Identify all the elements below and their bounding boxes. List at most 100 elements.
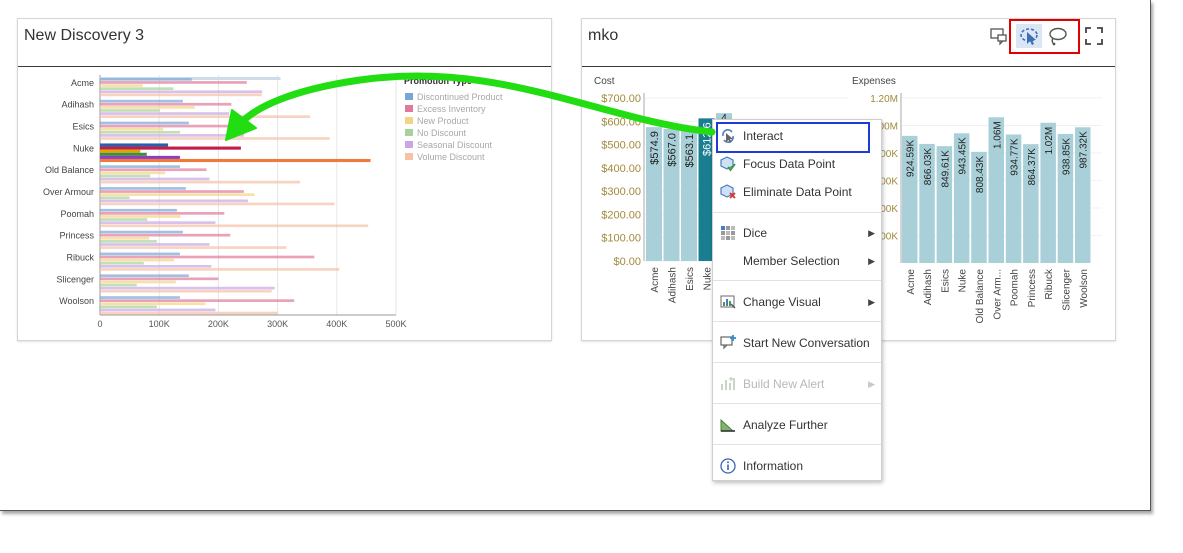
bar <box>100 81 247 84</box>
lasso-select-button[interactable] <box>1046 24 1070 48</box>
bar <box>100 109 160 112</box>
interact-mode-button[interactable] <box>1016 24 1042 48</box>
data-label: 938.85K <box>1061 138 1072 176</box>
menu-item-information[interactable]: Information <box>713 453 881 479</box>
bar <box>100 299 295 302</box>
bar <box>100 158 371 163</box>
submenu-arrow-icon: ▶ <box>868 227 875 238</box>
bar <box>100 264 212 268</box>
category-label: Adihash <box>668 267 679 303</box>
bar <box>100 78 192 81</box>
menu-separator <box>713 444 881 445</box>
y-tick-label: $500.00 <box>601 140 641 152</box>
menu-item-label: Start New Conversation <box>743 336 870 350</box>
bar <box>100 130 180 134</box>
category-label: Esics <box>72 122 94 132</box>
start-conversation-icon <box>718 333 738 353</box>
legend-swatch <box>405 129 413 136</box>
bar <box>100 190 244 193</box>
bar <box>100 252 180 256</box>
legend-label: Seasonal Discount <box>417 140 493 150</box>
legend-label: Volume Discount <box>417 152 485 162</box>
bar <box>100 236 150 240</box>
legend-label: Excess Inventory <box>417 104 486 114</box>
category-label: Princess <box>1027 269 1038 307</box>
comment-icon <box>990 28 1007 46</box>
menu-item-dice[interactable]: Dice ▶ <box>713 220 881 246</box>
category-label: Poomah <box>1010 269 1021 306</box>
menu-item-label: Focus Data Point <box>743 157 836 171</box>
bar <box>100 84 143 87</box>
menu-item-label: Change Visual <box>743 295 821 309</box>
bar <box>100 202 335 206</box>
bar <box>100 149 141 153</box>
bar <box>100 152 147 156</box>
bar <box>100 243 210 246</box>
data-label: 808.43K <box>975 156 986 194</box>
legend-label: Discontinued Product <box>417 92 503 102</box>
legend-label: No Discount <box>417 128 467 138</box>
bar <box>100 274 189 278</box>
data-label: 934.77K <box>1010 138 1021 176</box>
lasso-select-icon <box>1049 27 1067 46</box>
x-tick-label: 100K <box>149 319 170 329</box>
maximize-button[interactable] <box>1082 24 1106 48</box>
screenshot-stage: New Discovery 3 0 100K 200K 300K 400K 500K Acm… <box>0 0 1183 553</box>
legend-swatch <box>405 93 413 100</box>
bar <box>100 196 130 200</box>
legend-swatch <box>405 105 413 112</box>
bar <box>100 177 210 181</box>
category-label: Over Armour <box>43 187 94 197</box>
menu-separator <box>713 362 881 363</box>
bar <box>100 115 311 119</box>
category-label: Esics <box>685 267 696 291</box>
data-label: $563.1 <box>684 134 696 168</box>
bar <box>100 171 166 175</box>
bar <box>100 146 241 150</box>
promotion-type-bar-chart[interactable]: 0 100K 200K 300K 400K 500K Acme Adihash Esics Nuk… <box>18 19 551 340</box>
menu-item-eliminate-data-point[interactable]: Eliminate Data Point <box>713 179 881 205</box>
bar <box>100 165 180 168</box>
bar <box>100 302 206 306</box>
bar <box>100 93 262 97</box>
legend-label: New Product <box>417 116 469 126</box>
category-label: Acme <box>650 267 661 293</box>
category-label: Over Arm... <box>992 269 1003 320</box>
interact-highlight-box <box>716 122 870 153</box>
bar <box>100 277 219 281</box>
bar <box>100 296 180 299</box>
menu-item-analyze-further[interactable]: Analyze Further <box>713 412 881 438</box>
bar <box>100 308 216 312</box>
menu-item-label: Dice <box>743 226 768 240</box>
category-label: Acme <box>71 78 94 88</box>
category-label: Ribuck <box>66 252 94 262</box>
data-label: 866.03K <box>923 148 934 186</box>
data-label: 1.06M <box>992 121 1003 149</box>
menu-separator <box>713 403 881 404</box>
menu-separator <box>713 321 881 322</box>
menu-item-member-selection[interactable]: Member Selection ▶ <box>713 248 881 274</box>
data-label: 924.59K <box>906 140 917 178</box>
bar <box>100 87 174 90</box>
menu-item-focus-data-point[interactable]: Focus Data Point <box>713 151 881 177</box>
comment-button[interactable] <box>987 24 1011 48</box>
menu-separator <box>713 280 881 281</box>
bar <box>100 218 148 221</box>
menu-item-change-visual[interactable]: Change Visual ▶ <box>713 289 881 315</box>
y-tick-label: $100.00 <box>601 233 641 245</box>
bar <box>100 283 137 287</box>
data-label: 987.32K <box>1079 131 1090 169</box>
menu-separator <box>713 212 881 213</box>
dice-icon <box>718 223 738 243</box>
menu-item-label: Analyze Further <box>743 418 828 432</box>
bar <box>100 246 287 249</box>
submenu-arrow-icon: ▶ <box>868 296 875 307</box>
menu-item-start-new-conversation[interactable]: Start New Conversation <box>713 330 881 356</box>
category-label: Woolson <box>1079 269 1090 308</box>
data-label: $567.0 <box>667 133 679 167</box>
y-tick-label: $400.00 <box>601 163 641 175</box>
category-label: Poomah <box>60 209 94 219</box>
data-label: 864.37K <box>1027 148 1038 186</box>
bar <box>100 174 151 178</box>
data-label: 849.61K <box>940 150 951 188</box>
